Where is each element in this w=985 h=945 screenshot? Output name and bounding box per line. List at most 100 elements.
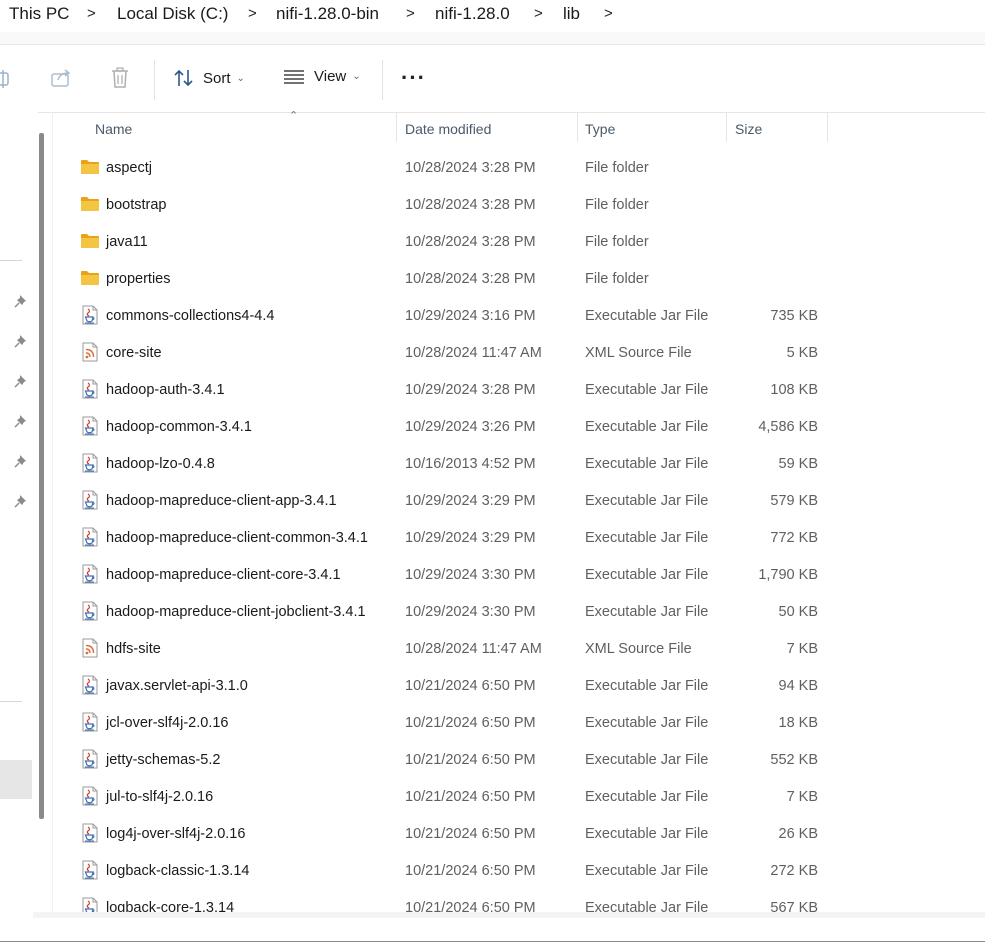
file-row[interactable]: core-site 10/28/2024 11:47 AM XML Source F… (53, 335, 985, 372)
file-size: 567 KB (770, 900, 818, 912)
file-date-modified: 10/29/2024 3:28 PM (405, 382, 536, 398)
file-row[interactable]: hdfs-site 10/28/2024 11:47 AM XML Source F… (53, 631, 985, 668)
chevron-down-icon: ⌄ (236, 72, 245, 84)
file-size: 5 KB (786, 345, 818, 361)
file-date-modified: 10/21/2024 6:50 PM (405, 789, 536, 805)
file-row[interactable]: aspectj 10/28/2024 3:28 PM File folder (53, 150, 985, 187)
file-type: Executable Jar File (585, 752, 709, 768)
file-type: Executable Jar File (585, 789, 709, 805)
file-row[interactable]: hadoop-mapreduce-client-jobclient-3.4.1 1… (53, 594, 985, 631)
file-size: 4,586 KB (758, 419, 818, 435)
address-bar-gap (0, 32, 985, 44)
file-date-modified: 10/28/2024 3:28 PM (405, 160, 536, 176)
file-size: 272 KB (770, 863, 818, 879)
rename-button[interactable] (0, 69, 12, 89)
share-icon (50, 68, 72, 88)
file-row[interactable]: javax.servlet-api-3.1.0 10/21/2024 6:50 P… (53, 668, 985, 705)
xml-icon (80, 638, 100, 658)
sort-button[interactable]: Sort ⌄ (173, 68, 245, 88)
jar-icon (80, 749, 100, 769)
file-date-modified: 10/29/2024 3:16 PM (405, 308, 536, 324)
file-type: Executable Jar File (585, 493, 709, 509)
file-name: hdfs-site (106, 641, 161, 657)
xml-icon (80, 342, 100, 362)
file-size: 50 KB (778, 604, 819, 620)
file-type: XML Source File (585, 641, 692, 657)
chevron-right-icon[interactable]: > (604, 3, 613, 25)
chevron-right-icon[interactable]: > (87, 3, 96, 25)
file-name: javax.servlet-api-3.1.0 (106, 678, 248, 694)
toolbar-divider (154, 60, 155, 100)
chevron-right-icon[interactable]: > (248, 3, 257, 25)
file-size: 108 KB (770, 382, 818, 398)
file-type: File folder (585, 271, 649, 287)
file-date-modified: 10/21/2024 6:50 PM (405, 863, 536, 879)
toolbar-divider (382, 60, 383, 100)
breadcrumb: This PC > Local Disk (C:) > nifi-1.28.0-… (0, 0, 985, 32)
folder-icon (80, 194, 100, 214)
jar-icon (80, 823, 100, 843)
file-size: 94 KB (778, 678, 819, 694)
file-row[interactable]: hadoop-auth-3.4.1 10/29/2024 3:28 PM Execu… (53, 372, 985, 409)
file-type: Executable Jar File (585, 900, 709, 912)
folder-icon (80, 231, 100, 251)
file-row[interactable]: logback-classic-1.3.14 10/21/2024 6:50 PM… (53, 853, 985, 890)
file-size: 1,790 KB (758, 567, 818, 583)
folder-icon (80, 157, 100, 177)
horizontal-scrollbar[interactable] (33, 912, 985, 918)
file-name: jcl-over-slf4j-2.0.16 (106, 715, 229, 731)
jar-icon (80, 786, 100, 806)
breadcrumb-this-pc[interactable]: This PC (9, 3, 69, 25)
file-size: 26 KB (778, 826, 819, 842)
file-row[interactable]: jetty-schemas-5.2 10/21/2024 6:50 PM Execu… (53, 742, 985, 779)
sort-label: Sort (203, 69, 231, 87)
jar-icon (80, 490, 100, 510)
file-name: java11 (106, 234, 148, 250)
file-name: logback-classic-1.3.14 (106, 863, 250, 879)
chevron-right-icon[interactable]: > (534, 3, 543, 25)
file-date-modified: 10/28/2024 3:28 PM (405, 271, 536, 287)
file-name: commons-collections4-4.4 (106, 308, 275, 324)
file-date-modified: 10/21/2024 6:50 PM (405, 900, 536, 912)
chevron-right-icon[interactable]: > (406, 3, 415, 25)
file-row[interactable]: logback-core-1.3.14 10/21/2024 6:50 PM Exe… (53, 890, 985, 912)
file-row[interactable]: log4j-over-slf4j-2.0.16 10/21/2024 6:50 P… (53, 816, 985, 853)
file-row[interactable]: jcl-over-slf4j-2.0.16 10/21/2024 6:50 PM E… (53, 705, 985, 742)
file-row[interactable]: jul-to-slf4j-2.0.16 10/21/2024 6:50 PM Exe… (53, 779, 985, 816)
view-button[interactable]: View ⌄ (284, 68, 361, 85)
file-date-modified: 10/29/2024 3:30 PM (405, 604, 536, 620)
file-date-modified: 10/28/2024 3:28 PM (405, 234, 536, 250)
breadcrumb-lib[interactable]: lib (563, 3, 580, 25)
file-size: 7 KB (786, 641, 818, 657)
view-label: View (314, 68, 347, 85)
file-row[interactable]: java11 10/28/2024 3:28 PM File folder (53, 224, 985, 261)
file-type: Executable Jar File (585, 308, 709, 324)
delete-button[interactable] (110, 67, 130, 89)
file-row[interactable]: hadoop-common-3.4.1 10/29/2024 3:26 PM Exe… (53, 409, 985, 446)
breadcrumb-local-disk[interactable]: Local Disk (C:) (117, 3, 228, 25)
breadcrumb-nifi-bin[interactable]: nifi-1.28.0-bin (276, 3, 379, 25)
share-button[interactable] (50, 68, 72, 88)
file-list-viewport: aspectj 10/28/2024 3:28 PM File folder boot… (0, 112, 985, 912)
file-row[interactable]: hadoop-mapreduce-client-common-3.4.1 10/2… (53, 520, 985, 557)
file-type: File folder (585, 160, 649, 176)
file-row[interactable]: hadoop-mapreduce-client-app-3.4.1 10/29/2… (53, 483, 985, 520)
jar-icon (80, 527, 100, 547)
file-row[interactable]: bootstrap 10/28/2024 3:28 PM File folder (53, 187, 985, 224)
jar-icon (80, 675, 100, 695)
file-date-modified: 10/28/2024 11:47 AM (405, 641, 542, 657)
file-name: aspectj (106, 160, 152, 176)
file-row[interactable]: commons-collections4-4.4 10/29/2024 3:16 … (53, 298, 985, 335)
file-date-modified: 10/21/2024 6:50 PM (405, 715, 536, 731)
file-list: aspectj 10/28/2024 3:28 PM File folder boot… (53, 150, 985, 912)
file-name: log4j-over-slf4j-2.0.16 (106, 826, 246, 842)
file-row[interactable]: hadoop-mapreduce-client-core-3.4.1 10/29/… (53, 557, 985, 594)
more-options-button[interactable]: ··· (401, 65, 426, 91)
file-name: logback-core-1.3.14 (106, 900, 235, 912)
file-row[interactable]: hadoop-lzo-0.4.8 10/16/2013 4:52 PM Execut… (53, 446, 985, 483)
file-type: Executable Jar File (585, 419, 709, 435)
file-date-modified: 10/29/2024 3:26 PM (405, 419, 536, 435)
breadcrumb-nifi[interactable]: nifi-1.28.0 (435, 3, 510, 25)
file-row[interactable]: properties 10/28/2024 3:28 PM File folder (53, 261, 985, 298)
file-type: Executable Jar File (585, 715, 709, 731)
